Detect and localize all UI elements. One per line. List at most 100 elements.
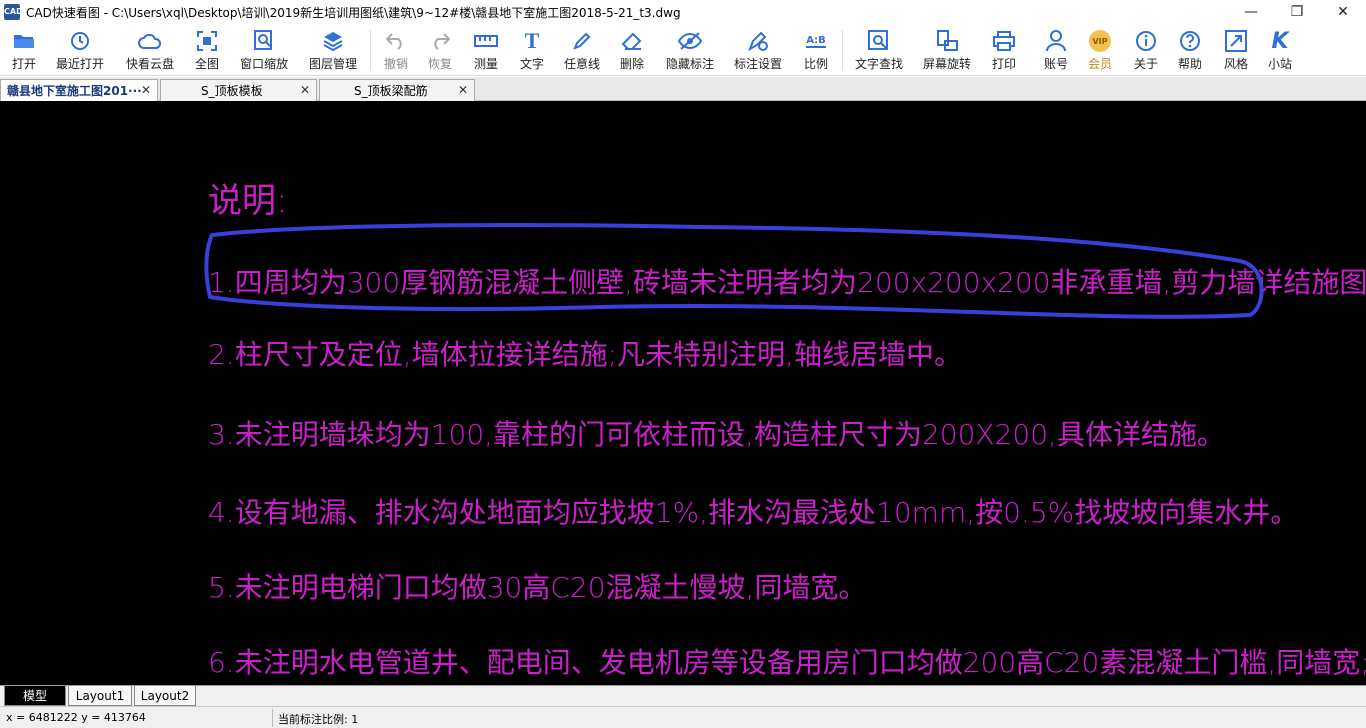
cloud-icon <box>138 29 162 53</box>
note-line-2: 2.柱尺寸及定位,墙体拉接详结施;凡未特别注明,轴线居墙中。 <box>208 338 962 371</box>
window-title: CAD快速看图 - C:\Users\xql\Desktop\培训\2019新生… <box>26 5 681 20</box>
text-button[interactable]: T 文字 <box>514 26 550 74</box>
toolbar-label: 打印 <box>991 57 1016 71</box>
folder-icon <box>12 29 36 53</box>
text-search-icon <box>867 29 891 53</box>
note-line-1: 1.四周均为300厚钢筋混凝土侧壁,砖墙未注明者均为200x200x200非承重… <box>208 266 1366 299</box>
note-line-6: 6.未注明水电管道井、配电间、发电机房等设备用房门口均做200高C20素混凝土门… <box>208 646 1366 679</box>
help-icon <box>1178 29 1202 53</box>
info-icon <box>1134 29 1158 53</box>
measure-icon <box>474 29 498 53</box>
toolbar-label: 图层管理 <box>308 57 357 71</box>
minimize-button[interactable]: — <box>1228 0 1274 24</box>
window-zoom-button[interactable]: 窗口缩放 <box>236 26 292 74</box>
undo-icon <box>384 29 408 53</box>
station-button[interactable]: K 小站 <box>1262 26 1298 74</box>
doc-tab-label: S_顶板模板 <box>201 84 263 98</box>
restore-button[interactable]: ❐ <box>1274 0 1320 24</box>
station-icon: K <box>1268 28 1292 54</box>
text-glyph: T <box>524 28 540 53</box>
delete-button[interactable]: 删除 <box>614 26 650 74</box>
document-tab-bar: 赣县地下室施工图201··· ✕ S_顶板模板 ✕ S_顶板梁配筋 ✕ <box>0 77 1366 101</box>
layout-tab-layout2[interactable]: Layout2 <box>134 686 196 706</box>
toolbar-label: 帮助 <box>1177 57 1202 71</box>
layer-manager-button[interactable]: 图层管理 <box>304 26 362 74</box>
close-tab-icon[interactable]: ✕ <box>300 83 310 97</box>
freehand-line-button[interactable]: 任意线 <box>560 26 604 74</box>
annotation-settings-icon <box>746 29 770 53</box>
vip-member-button[interactable]: VIP 会员 <box>1082 26 1118 74</box>
toolbar-separator <box>370 30 371 70</box>
vip-glyph: VIP <box>1089 30 1111 52</box>
toolbar-label: 账号 <box>1043 57 1068 71</box>
close-tab-icon[interactable]: ✕ <box>458 83 468 97</box>
main-toolbar: 打开 最近打开 快看云盘 全图 窗口缩放 图层管理 撤销 恢复 测量 T 文字 … <box>0 24 1366 76</box>
redo-icon <box>428 29 452 53</box>
toolbar-separator <box>842 30 843 70</box>
toolbar-label: 小站 <box>1267 57 1292 71</box>
toolbar-label: 窗口缩放 <box>239 57 288 71</box>
status-bar: x = 6481222 y = 413764 当前标注比例: 1 <box>0 706 1366 728</box>
toolbar-label: 任意线 <box>563 57 600 71</box>
toolbar-label: 屏幕旋转 <box>922 57 971 71</box>
title-bar: CAD CAD快速看图 - C:\Users\xql\Desktop\培训\20… <box>0 0 1366 24</box>
open-button[interactable]: 打开 <box>4 26 44 74</box>
hide-annotation-button[interactable]: 隐藏标注 <box>662 26 718 74</box>
toolbar-label: 快看云盘 <box>125 57 174 71</box>
notes-title: 说明: <box>208 181 288 221</box>
scale-button[interactable]: A:B 比例 <box>798 26 834 74</box>
recent-open-button[interactable]: 最近打开 <box>52 26 108 74</box>
style-button[interactable]: 风格 <box>1218 26 1254 74</box>
doc-tab-roof-formwork[interactable]: S_顶板模板 ✕ <box>160 79 317 101</box>
toolbar-label: 隐藏标注 <box>665 57 714 71</box>
text-icon: T <box>520 28 544 53</box>
station-glyph: K <box>1271 28 1289 54</box>
vip-icon: VIP <box>1088 29 1112 53</box>
toolbar-label: 最近打开 <box>55 57 104 71</box>
doc-tab-main-drawing[interactable]: 赣县地下室施工图201··· ✕ <box>0 79 158 101</box>
printer-icon <box>992 29 1016 53</box>
toolbar-label: 标注设置 <box>733 57 782 71</box>
note-line-5: 5.未注明电梯门口均做30高C20混凝土慢坡,同墙宽。 <box>208 571 867 604</box>
toolbar-label: 会员 <box>1087 57 1112 71</box>
toolbar-label: 关于 <box>1133 57 1158 71</box>
layout-tab-layout1[interactable]: Layout1 <box>68 686 132 706</box>
drawing-canvas[interactable]: 说明: 1.四周均为300厚钢筋混凝土侧壁,砖墙未注明者均为200x200x20… <box>0 101 1366 685</box>
layers-icon <box>321 29 345 53</box>
layout-tab-model[interactable]: 模型 <box>4 686 66 706</box>
fullview-icon <box>195 29 219 53</box>
cloud-drive-button[interactable]: 快看云盘 <box>120 26 180 74</box>
toolbar-label: 风格 <box>1223 57 1248 71</box>
pen-icon <box>570 29 594 53</box>
redo-button[interactable]: 恢复 <box>422 26 458 74</box>
account-button[interactable]: 账号 <box>1038 26 1074 74</box>
app-logo-icon: CAD <box>4 4 23 20</box>
style-icon <box>1224 29 1248 53</box>
annotation-settings-button[interactable]: 标注设置 <box>730 26 786 74</box>
rotate-screen-icon <box>935 29 959 53</box>
doc-tab-roof-beam-rebar[interactable]: S_顶板梁配筋 ✕ <box>319 79 475 101</box>
help-button[interactable]: 帮助 <box>1172 26 1208 74</box>
history-icon <box>68 29 92 53</box>
full-view-button[interactable]: 全图 <box>190 26 224 74</box>
rotate-screen-button[interactable]: 屏幕旋转 <box>918 26 976 74</box>
toolbar-label: 比例 <box>803 57 828 71</box>
close-window-button[interactable]: ✕ <box>1320 0 1366 24</box>
status-separator <box>272 709 273 727</box>
text-search-button[interactable]: 文字查找 <box>850 26 908 74</box>
undo-button[interactable]: 撤销 <box>378 26 414 74</box>
annotation-scale-readout: 当前标注比例: 1 <box>278 713 359 726</box>
toolbar-label: 文字查找 <box>854 57 903 71</box>
toolbar-label: 文字 <box>519 57 544 71</box>
scale-icon: A:B <box>804 29 828 53</box>
toolbar-label: 撤销 <box>383 57 408 71</box>
doc-tab-label: 赣县地下室施工图201··· <box>7 84 142 98</box>
toolbar-label: 恢复 <box>427 57 452 71</box>
window-zoom-icon <box>252 29 276 53</box>
print-button[interactable]: 打印 <box>986 26 1022 74</box>
note-line-4: 4.设有地漏、排水沟处地面均应找坡1%,排水沟最浅处10mm,按0.5%找坡坡向… <box>208 496 1299 529</box>
toolbar-label: 删除 <box>619 57 644 71</box>
measure-button[interactable]: 测量 <box>468 26 504 74</box>
close-tab-icon[interactable]: ✕ <box>141 83 151 97</box>
about-button[interactable]: 关于 <box>1128 26 1164 74</box>
